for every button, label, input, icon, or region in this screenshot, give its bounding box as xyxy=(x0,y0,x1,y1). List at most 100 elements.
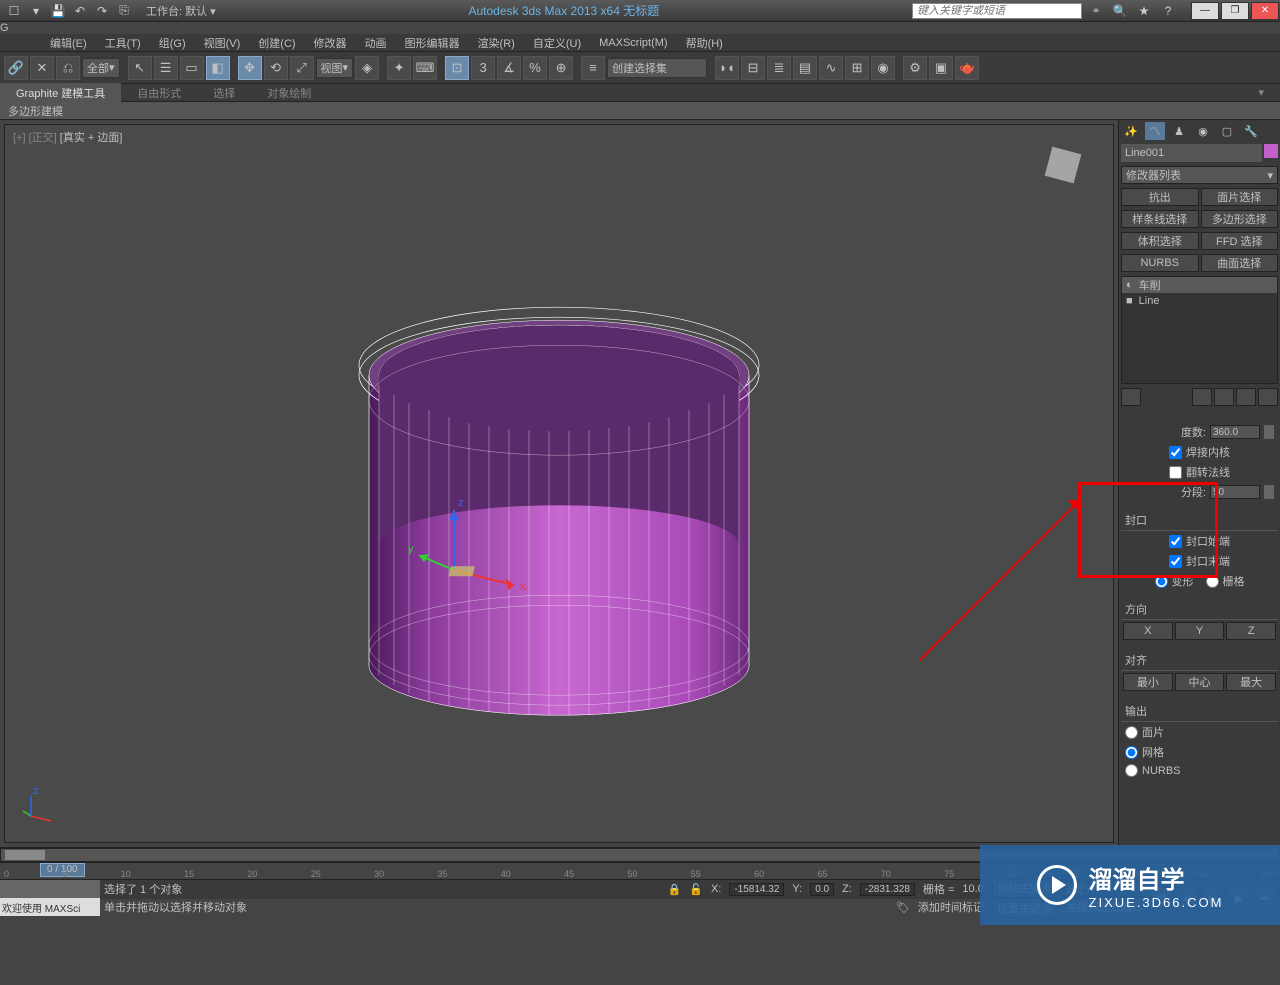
ribbon-tab-freeform[interactable]: 自由形式 xyxy=(121,83,197,103)
utilities-tab-icon[interactable]: 🔧 xyxy=(1241,122,1261,140)
bind-btn[interactable]: ⎌ xyxy=(56,56,80,80)
pivot-btn[interactable]: ◈ xyxy=(355,56,379,80)
cap-end-check[interactable] xyxy=(1169,555,1182,568)
keyboard-btn[interactable]: ⌨ xyxy=(413,56,437,80)
menu-customize[interactable]: 自定义(U) xyxy=(525,33,589,53)
undo-icon[interactable]: ↶ xyxy=(70,2,90,20)
ribbon-collapse-icon[interactable]: ▾ xyxy=(1242,84,1280,101)
snap3-btn[interactable]: 3 xyxy=(471,56,495,80)
sel-btn-5[interactable]: FFD 选择 xyxy=(1201,232,1279,250)
dir-y-btn[interactable]: Y xyxy=(1175,622,1225,640)
curve-btn[interactable]: ∿ xyxy=(819,56,843,80)
z-coord[interactable]: -2831.328 xyxy=(860,883,915,896)
help-icon[interactable]: ⌖ xyxy=(1086,2,1106,20)
viewcube[interactable] xyxy=(1033,145,1093,205)
save-icon[interactable]: 💾 xyxy=(48,2,68,20)
scale-btn[interactable]: ⤢ xyxy=(290,56,314,80)
viewport-label[interactable]: [+] [正交] [真实 + 边面] xyxy=(13,129,122,145)
create-tab-icon[interactable]: ✨ xyxy=(1121,122,1141,140)
new-icon[interactable]: ☐ xyxy=(4,2,24,20)
object-name-field[interactable]: Line001 xyxy=(1121,144,1262,162)
star-icon[interactable]: ★ xyxy=(1134,2,1154,20)
object-color-swatch[interactable] xyxy=(1264,144,1278,158)
mirror-btn[interactable]: ◗◖ xyxy=(715,56,739,80)
pin-stack-icon[interactable] xyxy=(1121,388,1141,406)
align-min-btn[interactable]: 最小 xyxy=(1123,673,1173,691)
menu-maxscript[interactable]: MAXScript(M) xyxy=(591,35,675,51)
segments-spinner[interactable] xyxy=(1264,485,1274,499)
stack-lathe[interactable]: ◐车削 xyxy=(1122,277,1277,293)
degrees-input[interactable] xyxy=(1210,425,1260,439)
ribbon-tab-graphite[interactable]: Graphite 建模工具 xyxy=(0,83,121,103)
sel-btn-0[interactable]: 抗出 xyxy=(1121,188,1199,206)
morph-radio[interactable] xyxy=(1155,575,1168,588)
menu-modifier[interactable]: 修改器 xyxy=(306,33,355,53)
sel-btn-2[interactable]: 样条线选择 xyxy=(1121,210,1199,228)
ribbon-btn[interactable]: ▤ xyxy=(793,56,817,80)
menu-group[interactable]: 组(G) xyxy=(151,33,194,53)
sel-btn-4[interactable]: 体积选择 xyxy=(1121,232,1199,250)
viewport[interactable]: [+] [正交] [真实 + 边面] xyxy=(4,124,1114,843)
out-mesh-radio[interactable] xyxy=(1125,746,1138,759)
max-button[interactable]: ❐ xyxy=(1221,2,1249,20)
sel-btn-6[interactable]: NURBS xyxy=(1121,254,1199,272)
selection-filter[interactable]: 全部 ▾ xyxy=(82,58,120,78)
percent-snap-btn[interactable]: % xyxy=(523,56,547,80)
degrees-spinner[interactable] xyxy=(1264,425,1274,439)
modify-tab-icon[interactable]: 〽 xyxy=(1145,122,1165,140)
ref-coord[interactable]: 视图 ▾ xyxy=(316,58,354,78)
select-name-btn[interactable]: ☰ xyxy=(154,56,178,80)
remove-mod-icon[interactable] xyxy=(1236,388,1256,406)
out-patch-radio[interactable] xyxy=(1125,726,1138,739)
sel-btn-1[interactable]: 面片选择 xyxy=(1201,188,1279,206)
stack-line[interactable]: ■Line xyxy=(1122,293,1277,309)
select-region-btn[interactable]: ▭ xyxy=(180,56,204,80)
menu-render[interactable]: 渲染(R) xyxy=(470,33,523,53)
layer-btn[interactable]: ≣ xyxy=(767,56,791,80)
rendered-frame-btn[interactable]: ▣ xyxy=(929,56,953,80)
unlink-btn[interactable]: ✕ xyxy=(30,56,54,80)
make-unique-icon[interactable] xyxy=(1214,388,1234,406)
material-btn[interactable]: ◉ xyxy=(871,56,895,80)
weld-core-check[interactable] xyxy=(1169,446,1182,459)
motion-tab-icon[interactable]: ◉ xyxy=(1193,122,1213,140)
menu-tools[interactable]: 工具(T) xyxy=(97,33,149,53)
config-mod-icon[interactable] xyxy=(1258,388,1278,406)
named-sel-dropdown[interactable]: 创建选择集 xyxy=(607,58,707,78)
ribbon-tab-paint[interactable]: 对象绘制 xyxy=(251,83,327,103)
angle-snap-btn[interactable]: ∡ xyxy=(497,56,521,80)
search-web-icon[interactable]: 🔍 xyxy=(1110,2,1130,20)
segments-input[interactable] xyxy=(1210,485,1260,499)
out-nurbs-radio[interactable] xyxy=(1125,764,1138,777)
menu-animation[interactable]: 动画 xyxy=(357,33,395,53)
flip-normals-check[interactable] xyxy=(1169,466,1182,479)
hierarchy-tab-icon[interactable]: ♟ xyxy=(1169,122,1189,140)
spinner-snap-btn[interactable]: ⊕ xyxy=(549,56,573,80)
named-sel-btn[interactable]: ≡ xyxy=(581,56,605,80)
link-icon[interactable]: ⎘ xyxy=(114,2,134,20)
x-coord[interactable]: -15814.32 xyxy=(729,883,784,896)
menu-help[interactable]: 帮助(H) xyxy=(678,33,731,53)
manip-btn[interactable]: ✦ xyxy=(387,56,411,80)
menu-create[interactable]: 创建(C) xyxy=(250,33,303,53)
render-setup-btn[interactable]: ⚙ xyxy=(903,56,927,80)
redo-icon[interactable]: ↷ xyxy=(92,2,112,20)
open-icon[interactable]: ▾ xyxy=(26,2,46,20)
link-btn[interactable]: 🔗 xyxy=(4,56,28,80)
schematic-btn[interactable]: ⊞ xyxy=(845,56,869,80)
render-btn[interactable]: 🫖 xyxy=(955,56,979,80)
modifier-list-dropdown[interactable]: 修改器列表▾ xyxy=(1121,166,1278,184)
menu-views[interactable]: 视图(V) xyxy=(196,33,249,53)
menu-edit[interactable]: 编辑(E) xyxy=(42,33,95,53)
time-tag-label[interactable]: 添加时间标记 xyxy=(918,899,984,915)
sel-btn-7[interactable]: 曲面选择 xyxy=(1201,254,1279,272)
grid-radio[interactable] xyxy=(1206,575,1219,588)
align-center-btn[interactable]: 中心 xyxy=(1175,673,1225,691)
cap-start-check[interactable] xyxy=(1169,535,1182,548)
select-btn[interactable]: ↖ xyxy=(128,56,152,80)
window-cross-btn[interactable]: ◧ xyxy=(206,56,230,80)
menu-grapheditor[interactable]: 图形编辑器 xyxy=(397,33,468,53)
search-input[interactable] xyxy=(912,3,1082,19)
rotate-btn[interactable]: ⟲ xyxy=(264,56,288,80)
close-button[interactable]: ✕ xyxy=(1251,2,1279,20)
